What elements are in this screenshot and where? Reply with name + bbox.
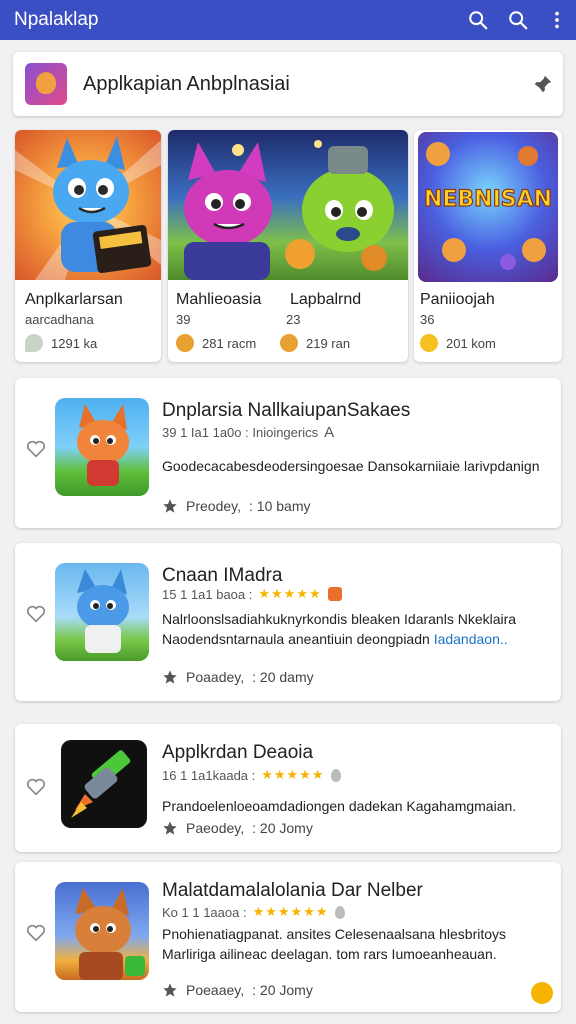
footer-label: Preodey, [186, 498, 241, 514]
app-footer: Preodey, : 10 bamy [162, 498, 310, 514]
app-title: Npalaklap [14, 9, 99, 30]
game-logo-text: NEBNISAN [424, 187, 552, 212]
featured-subtitle: 39 [176, 312, 191, 327]
app-footer: Poaadey, : 20 damy [162, 669, 314, 685]
featured-card[interactable]: NEBNISAN Paniioojah 36 201 kom [414, 130, 562, 362]
more-vert-icon[interactable] [538, 0, 576, 40]
app-thumbnail[interactable] [55, 398, 149, 496]
heart-icon[interactable] [25, 922, 47, 944]
featured-name: Paniioojah [420, 291, 495, 308]
app-name[interactable]: Applkrdan Deaoia [162, 742, 313, 764]
app-meta: Ko 1 1 1aaoa : ★★★★★★ [162, 904, 345, 920]
footer-label: Poeaaey, [186, 982, 245, 998]
smile-icon [420, 334, 438, 352]
drop-icon [334, 905, 345, 919]
app-description-text: Pnohienatiagpanat. ansites Celesenaalsan… [162, 926, 507, 962]
app-description: Nalrloonslsadiahkuknyrkondis bleaken Ida… [162, 609, 552, 649]
drop-icon [330, 768, 341, 782]
search-icon[interactable] [458, 0, 498, 40]
app-footer: Paeodey, : 20 Jomy [162, 820, 313, 836]
app-thumbnail[interactable] [55, 563, 149, 661]
search-icon[interactable] [498, 0, 538, 40]
star-icon [163, 499, 177, 513]
footer-label: Paeodey, [186, 820, 245, 836]
chat-icon [25, 334, 43, 352]
app-meta: 39 1 Ia1 1a0o : Inioingerics A [162, 424, 334, 441]
heart-icon[interactable] [25, 603, 47, 625]
badge-icon [327, 587, 342, 601]
featured-meta-text: 1291 ka [51, 335, 98, 351]
app-description-text: Goodecacabesdeodersingoesae Dansokarniia… [162, 458, 540, 474]
app-bar: Npalaklap [0, 0, 576, 40]
app-description: Pnohienatiagpanat. ansites Celesenaalsan… [162, 924, 552, 964]
featured-meta: 1291 ka [25, 334, 97, 352]
header-banner[interactable]: Applkapian Anbplnasiai [13, 52, 563, 116]
list-item[interactable]: Applkrdan Deaoia 16 1 1a1kaada : ★★★★★ P… [15, 724, 561, 852]
featured-name: Mahlieoasia [176, 291, 262, 308]
featured-meta: 281 racm [176, 334, 256, 352]
footer-value: : 10 bamy [249, 498, 311, 514]
featured-subtitle: aarcadhana [25, 312, 94, 327]
rating-stars: ★★★★★ [261, 767, 325, 782]
app-description: Goodecacabesdeodersingoesae Dansokarniia… [162, 456, 552, 476]
app-thumbnail[interactable] [55, 882, 149, 980]
heart-icon[interactable] [25, 776, 47, 798]
featured-meta: 219 ran [280, 334, 350, 352]
app-meta: 15 1 1a1 baoa : ★★★★★ [162, 586, 342, 602]
list-item[interactable]: Dnplarsia NallkaiupanSakaes 39 1 Ia1 1a0… [15, 378, 561, 528]
app-meta-suffix: A [324, 424, 335, 441]
rating-stars: ★★★★★★ [252, 904, 329, 919]
featured-meta-text: 281 racm [202, 335, 257, 351]
footer-value: : 20 damy [252, 669, 314, 685]
banner-title: Applkapian Anbplnasiai [83, 72, 290, 95]
rating-stars: ★★★★★ [258, 586, 322, 601]
featured-image: NEBNISAN [418, 132, 558, 282]
read-more-link[interactable]: Iadandaon.. [434, 631, 508, 647]
pin-icon[interactable] [523, 73, 563, 95]
list-item[interactable]: Cnaan IMadra 15 1 1a1 baoa : ★★★★★ Nalrl… [15, 543, 561, 701]
app-meta-text: 15 1 1a1 baoa : [162, 586, 253, 602]
featured-meta-text: 201 kom [446, 335, 496, 351]
star-icon [163, 983, 177, 997]
featured-meta-text: 219 ran [306, 335, 351, 351]
star-icon [163, 821, 177, 835]
featured-carousel[interactable]: Anplkarlarsan aarcadhana 1291 ka Mahlieo… [0, 130, 576, 366]
footer-value: : 20 Jomy [252, 982, 313, 998]
heart-icon[interactable] [25, 438, 47, 460]
app-meta: 16 1 1a1kaada : ★★★★★ [162, 767, 341, 783]
app-name[interactable]: Cnaan IMadra [162, 565, 282, 587]
list-item[interactable]: Malatdamalalolania Dar Nelber Ko 1 1 1aa… [15, 862, 561, 1012]
footer-value: : 20 Jomy [252, 820, 313, 836]
footer-label: Poaadey, [186, 669, 245, 685]
smile-icon[interactable] [531, 982, 553, 1004]
featured-card[interactable]: Mahlieoasia Lapbalrnd 39 23 281 racm 219… [168, 130, 408, 362]
featured-image [15, 130, 161, 280]
featured-image [168, 130, 408, 280]
app-meta-text: Ko 1 1 1aaoa : [162, 904, 247, 920]
app-footer: Poeaaey, : 20 Jomy [162, 982, 313, 998]
app-meta-text: 16 1 1a1kaada : [162, 767, 256, 783]
app-logo [25, 63, 67, 105]
featured-name: Lapbalrnd [290, 291, 362, 308]
coin-icon [176, 334, 194, 352]
app-description: Prandoelenloeoamdadiongen dadekan Kagaha… [162, 796, 552, 816]
app-name[interactable]: Malatdamalalolania Dar Nelber [162, 880, 423, 902]
coin-icon [280, 334, 298, 352]
featured-subtitle: 36 [420, 312, 435, 327]
app-thumbnail[interactable] [61, 740, 147, 828]
star-icon [163, 670, 177, 684]
app-meta-text: 39 1 Ia1 1a0o : Inioingerics [162, 425, 319, 440]
featured-meta: 201 kom [420, 334, 496, 352]
featured-subtitle: 23 [286, 312, 301, 327]
featured-name: Anplkarlarsan [25, 291, 123, 308]
featured-card[interactable]: Anplkarlarsan aarcadhana 1291 ka [15, 130, 161, 362]
app-name[interactable]: Dnplarsia NallkaiupanSakaes [162, 400, 410, 422]
app-description-text: Prandoelenloeoamdadiongen dadekan Kagaha… [162, 798, 517, 814]
